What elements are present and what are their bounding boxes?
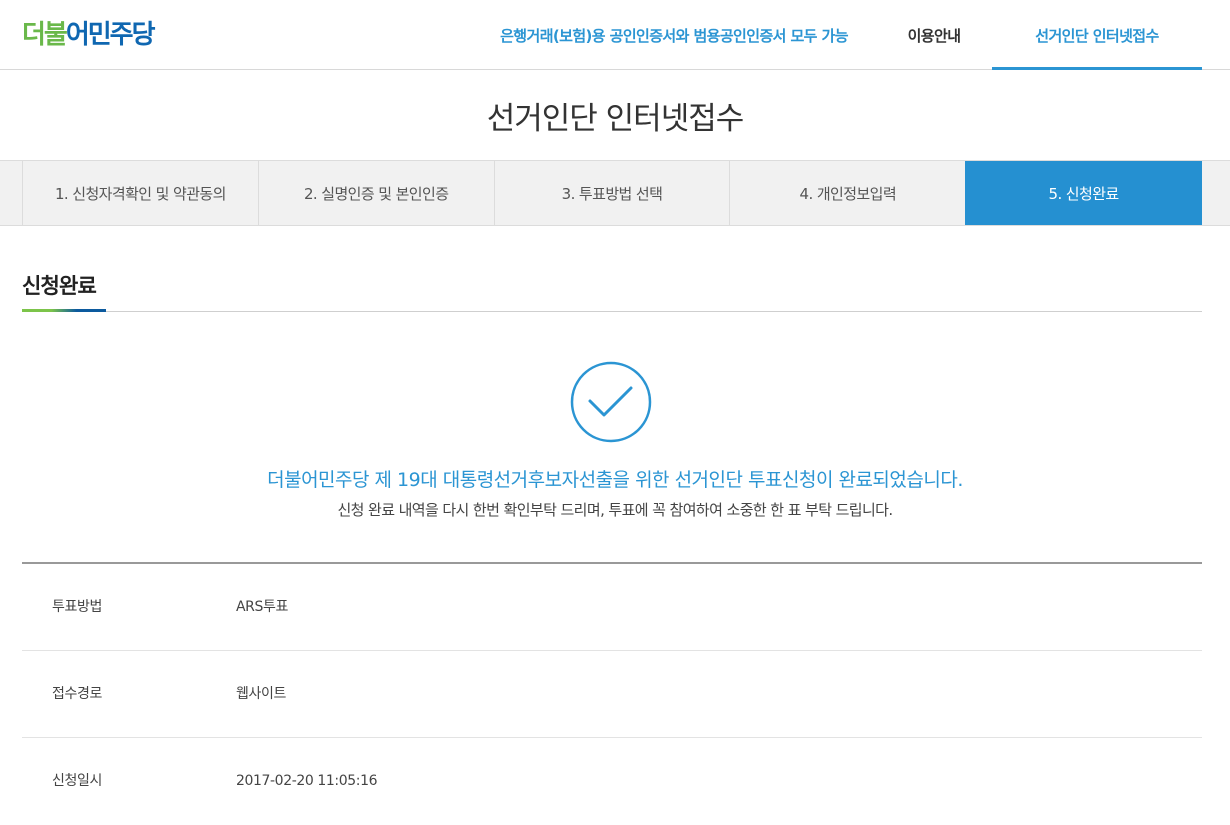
info-label-vote-method: 투표방법: [52, 599, 102, 615]
site-header: 더불어민주당 은행거래(보험)용 공인인증서와 범용공인인증서 모두 가능 이용…: [0, 0, 1230, 70]
table-row: 접수경로 웹사이트: [22, 651, 1202, 738]
step-1: 1. 신청자격확인 및 약관동의: [22, 161, 258, 225]
section-title: 신청완료: [22, 274, 97, 298]
info-value-vote-method: ARS투표: [236, 599, 288, 615]
section-underline: [22, 309, 106, 312]
info-value-applied-at: 2017-02-20 11:05:16: [236, 773, 378, 789]
step-2: 2. 실명인증 및 본인인증: [257, 161, 494, 225]
check-circle-icon: [570, 361, 652, 443]
nav-apply[interactable]: 선거인단 인터넷접수: [992, 0, 1202, 70]
page-title: 선거인단 인터넷접수: [486, 101, 745, 137]
step-indicator: 1. 신청자격확인 및 약관동의 2. 실명인증 및 본인인증 3. 투표방법 …: [0, 160, 1230, 226]
nav-cert-notice[interactable]: 은행거래(보험)용 공인인증서와 범용공인인증서 모두 가능: [472, 0, 876, 70]
completion-message: 더불어민주당 제 19대 대통령선거후보자선출을 위한 선거인단 투표신청이 완…: [267, 469, 963, 491]
nav-guide[interactable]: 이용안내: [876, 0, 992, 70]
info-value-channel: 웹사이트: [236, 686, 286, 702]
top-nav: 은행거래(보험)용 공인인증서와 범용공인인증서 모두 가능 이용안내 선거인단…: [472, 0, 1202, 70]
table-row: 투표방법 ARS투표: [22, 564, 1202, 651]
table-row: 신청일시 2017-02-20 11:05:16: [22, 738, 1202, 825]
step-4: 4. 개인정보입력: [729, 161, 965, 225]
party-logo[interactable]: 더불어민주당: [22, 19, 156, 51]
info-label-applied-at: 신청일시: [52, 773, 102, 789]
logo-text-green: 더불: [22, 20, 68, 50]
info-label-channel: 접수경로: [52, 686, 102, 702]
application-info-table: 투표방법 ARS투표 접수경로 웹사이트 신청일시 2017-02-20 11:…: [22, 562, 1202, 825]
step-5-current: 5. 신청완료: [965, 161, 1202, 225]
logo-text-blue: 어민주당: [65, 20, 156, 50]
section-heading: 신청완료: [22, 270, 1202, 312]
step-3: 3. 투표방법 선택: [493, 161, 730, 225]
completion-sub-message: 신청 완료 내역을 다시 한번 확인부탁 드리며, 투표에 꼭 참여하여 소중한…: [337, 501, 893, 519]
